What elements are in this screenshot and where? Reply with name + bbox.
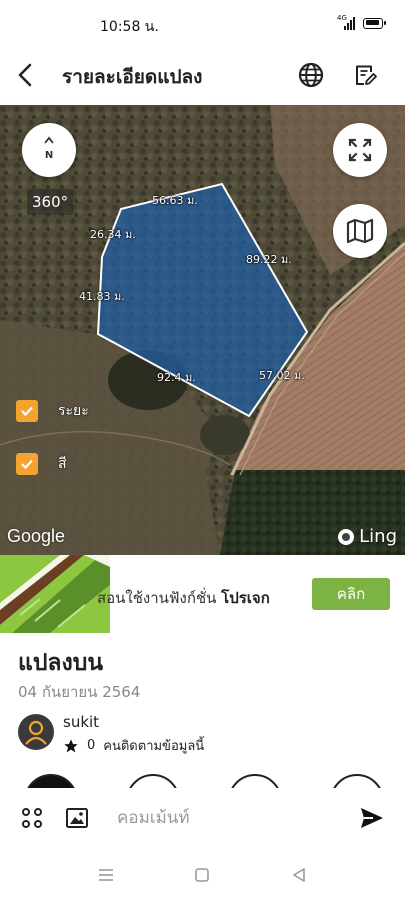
ling-logo-icon — [338, 528, 355, 545]
system-navigation-bar — [0, 848, 405, 900]
send-icon — [361, 808, 383, 828]
fullscreen-icon — [348, 138, 372, 162]
status-time: 10:58 น. — [100, 19, 159, 35]
edge-measurement: 56.63 ม. — [152, 194, 198, 207]
edge-measurement: 26.34 ม. — [90, 228, 136, 241]
action-button[interactable] — [228, 774, 282, 788]
four-dots-icon — [22, 808, 42, 828]
image-icon — [66, 808, 88, 828]
satellite-map[interactable]: N 360° 56.63 ม. 26.34 ม. 89.22 ม. 41.83 … — [0, 105, 405, 555]
tutorial-click-button[interactable]: คลิก — [312, 578, 390, 610]
owner-info[interactable]: sukit 0 คนติดตามข้อมูลนี้ — [18, 712, 388, 762]
map-type-button[interactable] — [333, 204, 387, 258]
compass-button[interactable]: N — [22, 123, 76, 177]
avatar[interactable] — [18, 714, 54, 750]
edit-button[interactable] — [349, 59, 381, 91]
edge-measurement: 92.4 ม. — [157, 371, 196, 384]
edge-measurement: 57.02 ม. — [259, 369, 305, 382]
globe-icon — [298, 62, 324, 88]
arrow-back-icon — [18, 63, 32, 87]
edge-measurement: 89.22 ม. — [246, 253, 292, 266]
attach-image-button[interactable] — [63, 804, 91, 832]
distance-layer-label: ระยะ — [58, 403, 89, 419]
tutorial-text-bold: โปรเจก — [221, 589, 270, 607]
color-layer-toggle[interactable]: สี — [16, 453, 67, 475]
recent-apps-button[interactable] — [94, 864, 118, 886]
send-button[interactable] — [358, 804, 386, 832]
comment-input[interactable] — [102, 800, 342, 836]
more-options-button[interactable] — [18, 804, 46, 832]
app-header: รายละเอียดแปลง — [0, 50, 405, 105]
edge-measurement: 41.83 ม. — [79, 290, 125, 303]
action-buttons-row — [0, 774, 405, 788]
home-button[interactable] — [190, 864, 214, 886]
action-button[interactable] — [24, 774, 78, 788]
action-button[interactable] — [330, 774, 384, 788]
google-logo: Google — [7, 526, 66, 546]
followers-info: 0 คนติดตามข้อมูลนี้ — [63, 735, 204, 756]
comment-bar — [0, 788, 405, 848]
fullscreen-button[interactable] — [333, 123, 387, 177]
plot-date: 04 กันยายน 2564 — [18, 683, 141, 701]
farmland-illustration — [0, 555, 110, 633]
followers-label: คนติดตามข้อมูลนี้ — [103, 739, 205, 754]
followers-count: 0 — [87, 738, 96, 753]
action-button[interactable] — [126, 774, 180, 788]
cellular-signal-icon: 4G — [337, 14, 355, 30]
tutorial-banner[interactable]: สอนใช้งานฟังก์ชั่น โปรเจก คลิก — [0, 555, 405, 633]
menu-lines-icon — [99, 869, 113, 881]
star-icon — [64, 738, 78, 752]
edit-note-icon — [356, 65, 377, 85]
battery-icon — [363, 17, 386, 29]
plot-title: แปลงบน — [18, 650, 104, 676]
distance-layer-toggle[interactable]: ระยะ — [16, 400, 89, 422]
compass-label: N — [44, 150, 54, 161]
ling-logo: Ling — [338, 526, 397, 547]
language-button[interactable] — [295, 59, 327, 91]
back-nav-button[interactable] — [287, 864, 311, 886]
ling-logo-text: Ling — [359, 526, 397, 547]
page-title: รายละเอียดแปลง — [62, 66, 203, 88]
checkbox-checked-icon[interactable] — [16, 453, 38, 475]
user-icon — [25, 720, 47, 745]
view-360-button[interactable]: 360° — [27, 189, 74, 215]
color-layer-label: สี — [58, 456, 67, 472]
status-bar: 10:58 น. 4G — [0, 0, 405, 50]
status-icons: 4G — [337, 14, 386, 30]
square-home-icon — [195, 868, 209, 882]
map-icon — [346, 218, 374, 244]
back-button[interactable] — [10, 60, 40, 90]
triangle-back-icon — [293, 868, 305, 882]
checkbox-checked-icon[interactable] — [16, 400, 38, 422]
owner-name[interactable]: sukit — [63, 713, 99, 731]
tutorial-text: สอนใช้งานฟังก์ชั่น โปรเจก — [97, 589, 270, 607]
